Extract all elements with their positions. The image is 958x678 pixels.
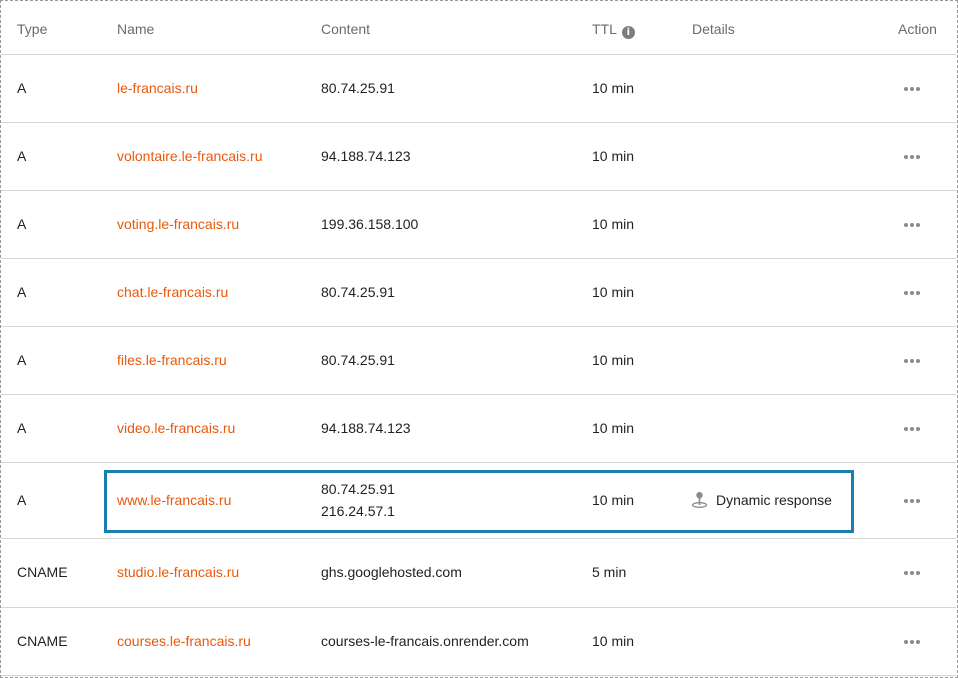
more-actions-icon[interactable] <box>904 222 922 228</box>
table-header: Type Name Content TTL i Details Action <box>1 1 956 55</box>
record-ttl: 5 min <box>592 564 627 580</box>
record-content: courses-le-francais.onrender.com <box>321 633 529 649</box>
more-actions-icon[interactable] <box>904 426 922 432</box>
column-header-type[interactable]: Type <box>17 20 47 38</box>
column-header-ttl[interactable]: TTL i <box>592 20 635 39</box>
record-content: 94.188.74.123 <box>321 148 411 164</box>
record-content: 80.74.25.91 <box>321 284 395 300</box>
table-row: CNAME courses.le-francais.ru courses-le-… <box>1 608 956 676</box>
more-actions-icon[interactable] <box>904 358 922 364</box>
record-type: A <box>17 492 27 508</box>
record-type: CNAME <box>17 633 68 649</box>
record-content: 80.74.25.91 <box>321 80 395 96</box>
record-type: A <box>17 80 27 96</box>
column-header-name[interactable]: Name <box>117 20 154 38</box>
record-content: 80.74.25.91 <box>321 352 395 368</box>
record-name-link[interactable]: chat.le-francais.ru <box>117 282 228 302</box>
info-icon[interactable]: i <box>621 26 635 39</box>
more-actions-icon[interactable] <box>904 290 922 296</box>
record-content: 199.36.158.100 <box>321 216 419 232</box>
record-name-link[interactable]: files.le-francais.ru <box>117 350 227 370</box>
column-header-ttl-label: TTL <box>592 21 617 37</box>
more-actions-icon[interactable] <box>904 639 922 645</box>
record-content: 94.188.74.123 <box>321 420 411 436</box>
record-type: CNAME <box>17 564 68 580</box>
record-ttl: 10 min <box>592 633 635 649</box>
record-ttl: 10 min <box>592 352 635 368</box>
column-header-details: Details <box>692 21 735 37</box>
column-header-content[interactable]: Content <box>321 20 370 38</box>
record-type: A <box>17 216 27 232</box>
record-ttl: 10 min <box>592 148 635 164</box>
more-actions-icon[interactable] <box>904 570 922 576</box>
record-name-link[interactable]: courses.le-francais.ru <box>117 631 251 651</box>
record-ttl: 10 min <box>592 80 635 96</box>
record-details-label: Dynamic response <box>716 492 832 508</box>
table-row: A chat.le-francais.ru 80.74.25.91 10 min <box>1 259 956 327</box>
record-details: Dynamic response <box>691 490 832 513</box>
record-name-link[interactable]: www.le-francais.ru <box>117 490 231 510</box>
more-actions-icon[interactable] <box>904 86 922 92</box>
record-type: A <box>17 352 27 368</box>
table-row: A volontaire.le-francais.ru 94.188.74.12… <box>1 123 956 191</box>
table-row: A le-francais.ru 80.74.25.91 10 min <box>1 55 956 123</box>
record-type: A <box>17 148 27 164</box>
record-name-link[interactable]: voting.le-francais.ru <box>117 214 239 234</box>
record-content: ghs.googlehosted.com <box>321 564 462 580</box>
record-content-secondary: 216.24.57.1 <box>321 503 395 519</box>
location-pin-icon <box>691 491 708 513</box>
table-row: A voting.le-francais.ru 199.36.158.100 1… <box>1 191 956 259</box>
record-content: 80.74.25.91 <box>321 481 395 497</box>
record-ttl: 10 min <box>592 492 635 508</box>
record-name-link[interactable]: studio.le-francais.ru <box>117 562 239 582</box>
record-type: A <box>17 420 27 436</box>
record-type: A <box>17 284 27 300</box>
table-row-highlighted: A www.le-francais.ru 80.74.25.91 216.24.… <box>1 463 956 539</box>
record-name-link[interactable]: volontaire.le-francais.ru <box>117 146 263 166</box>
table-row: A files.le-francais.ru 80.74.25.91 10 mi… <box>1 327 956 395</box>
record-ttl: 10 min <box>592 420 635 436</box>
more-actions-icon[interactable] <box>904 154 922 160</box>
record-name-link[interactable]: le-francais.ru <box>117 78 198 98</box>
record-ttl: 10 min <box>592 284 635 300</box>
table-row: CNAME studio.le-francais.ru ghs.googleho… <box>1 539 956 608</box>
record-ttl: 10 min <box>592 216 635 232</box>
record-name-link[interactable]: video.le-francais.ru <box>117 418 235 438</box>
table-row: A video.le-francais.ru 94.188.74.123 10 … <box>1 395 956 463</box>
column-header-action: Action <box>898 21 937 37</box>
more-actions-icon[interactable] <box>904 498 922 504</box>
